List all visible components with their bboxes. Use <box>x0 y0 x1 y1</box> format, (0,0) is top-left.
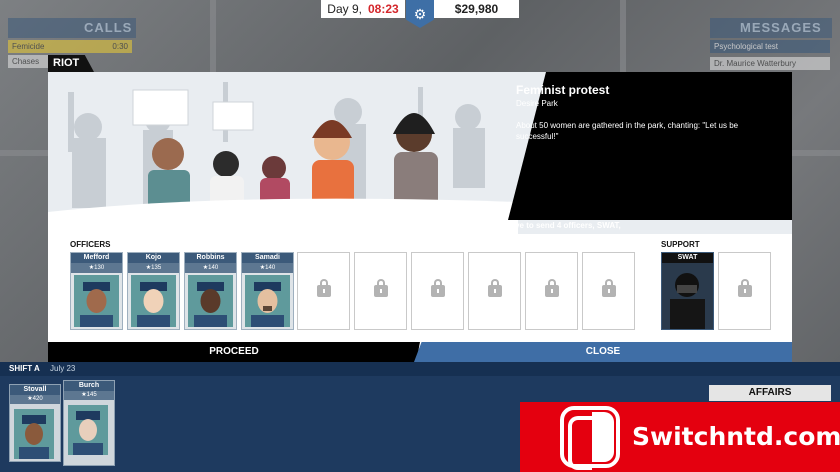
officer-rank: ★135 <box>128 263 179 273</box>
officer-portrait <box>131 275 176 327</box>
calls-title: CALLS <box>84 20 133 35</box>
locked-officer-slot <box>468 252 521 330</box>
proceed-button[interactable]: PROCEED <box>48 342 420 362</box>
officer-rank: ★130 <box>71 263 122 273</box>
officer-card[interactable]: Samadi ★140 <box>241 252 294 330</box>
locked-support-slot <box>718 252 771 330</box>
swat-portrait <box>662 263 713 329</box>
support-label: SUPPORT <box>661 240 700 249</box>
event-banner <box>48 72 792 234</box>
event-description: About 50 women are gathered in the park,… <box>516 121 739 141</box>
officer-name: Stovall <box>10 385 60 395</box>
message-item[interactable]: Dr. Maurice Watterbury <box>710 57 830 70</box>
officer-name: Mefford <box>71 253 122 263</box>
locked-officer-slot <box>525 252 578 330</box>
locked-officer-slot <box>297 252 350 330</box>
officer-rank: ★140 <box>185 263 236 273</box>
locked-officer-slot <box>354 252 407 330</box>
clock: 08:23 <box>367 2 399 16</box>
close-button[interactable]: CLOSE <box>414 342 792 362</box>
officer-name: Kojo <box>128 253 179 263</box>
day-time-display: Day 9, 08:23 <box>321 0 405 18</box>
shift-label: SHIFT A <box>9 364 40 373</box>
lock-icon <box>431 279 445 297</box>
lock-icon <box>738 279 752 297</box>
lock-icon <box>488 279 502 297</box>
messages-title: MESSAGES <box>740 20 822 35</box>
officer-name: Samadi <box>242 253 293 263</box>
officer-portrait <box>68 405 108 455</box>
officer-card[interactable]: Robbins ★140 <box>184 252 237 330</box>
officer-portrait <box>14 409 54 459</box>
swat-label: SWAT <box>662 253 713 263</box>
lock-icon <box>317 279 331 297</box>
officer-rank: ★420 <box>10 395 60 404</box>
officer-portrait <box>74 275 119 327</box>
officer-portrait <box>188 275 233 327</box>
lock-icon <box>374 279 388 297</box>
officer-rank: ★145 <box>64 391 114 400</box>
locked-officer-slot <box>411 252 464 330</box>
shift-date: July 23 <box>50 364 76 373</box>
message-item[interactable]: Psychological test <box>710 40 830 53</box>
event-location: Desire Park <box>516 99 558 108</box>
watermark-text: Switchntd.com <box>632 422 840 451</box>
officer-rank: ★140 <box>242 263 293 273</box>
switch-logo-icon <box>560 406 620 470</box>
lock-icon <box>545 279 559 297</box>
officer-portrait <box>245 275 290 327</box>
money-display: $29,980 <box>434 0 519 18</box>
shift-officer-card[interactable]: Burch ★145 <box>63 380 115 466</box>
event-title: Feminist protest <box>516 83 610 97</box>
officer-card[interactable]: Kojo ★135 <box>127 252 180 330</box>
locked-officer-slot <box>582 252 635 330</box>
officers-label: OFFICERS <box>70 240 111 249</box>
requirement-text: You have to send 4 officers, SWAT, <box>489 221 621 230</box>
watermark-banner: Switchntd.com <box>520 402 840 472</box>
swat-card[interactable]: SWAT <box>661 252 714 330</box>
shift-header <box>0 362 840 376</box>
shift-officer-card[interactable]: Stovall ★420 <box>9 384 61 462</box>
affairs-button[interactable]: AFFAIRS <box>709 385 831 401</box>
day-label: Day 9, <box>327 2 362 16</box>
call-item[interactable]: Chases <box>8 55 48 68</box>
officer-name: Burch <box>64 381 114 391</box>
call-item[interactable]: Femicide 0:30 <box>8 40 132 53</box>
officer-name: Robbins <box>185 253 236 263</box>
officer-card[interactable]: Mefford ★130 <box>70 252 123 330</box>
lock-icon <box>602 279 616 297</box>
